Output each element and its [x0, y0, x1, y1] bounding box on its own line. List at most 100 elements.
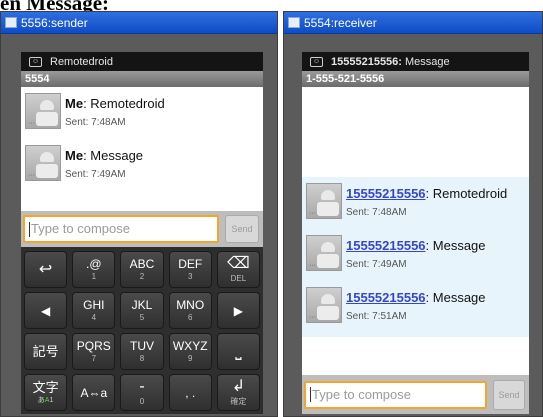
key-3[interactable]: DEF 3 [168, 251, 212, 288]
message-timestamp: Sent: 7:48AM [346, 207, 407, 218]
receiver-window-titlebar[interactable]: 5554:receiver [284, 12, 542, 34]
input-mode-key[interactable]: 文字 あA1 [24, 374, 68, 411]
key-7[interactable]: PQRS 7 [72, 333, 116, 370]
sms-icon: ☺ [29, 56, 42, 67]
enter-key[interactable]: ↩ [24, 251, 68, 288]
avatar: ··· [25, 93, 61, 129]
key-sublabel: 5 [139, 313, 145, 322]
receiver-window-title: 5554:receiver [304, 15, 377, 30]
key-sublabel: 8 [139, 354, 145, 363]
case-toggle-key[interactable]: A⇔a [72, 374, 116, 411]
soft-keyboard: ↩ .@ 1 ABC 2 DEF 3 ⌫ DEL ◀ GHI 4 JKL 5 MNO 6 ▶ … [21, 247, 263, 414]
sender-window-title: 5556:sender [21, 15, 88, 30]
message-timestamp: Sent: 7:51AM [346, 311, 407, 322]
key-sublabel: 3 [187, 272, 193, 281]
message-timestamp: Sent: 7:48AM [65, 117, 126, 128]
text-caret [310, 387, 311, 402]
message-text: : Message [83, 148, 144, 163]
receiver-compose-bar: Type to compose Send [302, 375, 529, 414]
key-label: , . [185, 385, 196, 400]
key-label: A⇔a [80, 385, 108, 400]
delete-key[interactable]: ⌫ DEL [216, 251, 260, 288]
key-label: 記号 [32, 344, 59, 359]
key-6[interactable]: MNO 6 [168, 292, 212, 329]
key-sublabel: 2 [139, 272, 145, 281]
key-label: WXYZ [172, 339, 208, 353]
return-icon: ↩ [38, 260, 53, 278]
confirm-key[interactable]: ↲ 確定 [216, 374, 260, 411]
key-label: ABC [129, 257, 155, 271]
key-sublabel: 6 [187, 313, 193, 322]
key-label: - [139, 378, 145, 395]
receiver-notification-sender: 15555215556: [331, 55, 402, 68]
message-sender-link[interactable]: 15555215556 [346, 290, 426, 305]
sender-notification-bar[interactable]: ☺ Remotedroid [21, 52, 263, 71]
cursor-right-key[interactable]: ▶ [216, 292, 260, 329]
message-text: : Message [425, 238, 486, 253]
receiver-conversation-header: 1-555-521-5556 [302, 71, 529, 87]
message-sender-link[interactable]: 15555215556 [346, 238, 426, 253]
sender-message-list[interactable]: ··· Me: Remotedroid Sent: 7:48AM ··· Me:… [21, 87, 263, 211]
sender-window-titlebar[interactable]: 5556:sender [1, 12, 277, 34]
arrow-left-icon: ◀ [40, 303, 51, 318]
key-sublabel: 1 [91, 272, 97, 281]
key-2[interactable]: ABC 2 [120, 251, 164, 288]
key-label: 文字 [32, 380, 59, 395]
list-item[interactable]: ··· Me: Message Sent: 7:49AM [21, 139, 263, 191]
message-text: : Remotedroid [425, 186, 508, 201]
message-timestamp: Sent: 7:49AM [65, 169, 126, 180]
window-icon [5, 17, 17, 28]
key-4[interactable]: GHI 4 [72, 292, 116, 329]
sender-notification-text: Remotedroid [50, 55, 113, 68]
sender-emulator-window: 5556:sender ☺ Remotedroid 5554 ··· Me: R… [0, 11, 278, 417]
key-label: .@ [86, 257, 102, 271]
message-text: : Message [425, 290, 486, 305]
key-sublabel: あ [37, 397, 45, 404]
key-0[interactable]: -0 [120, 374, 164, 411]
key-5[interactable]: JKL 5 [120, 292, 164, 329]
key-sublabel: 確定 [230, 397, 247, 406]
sms-icon: ☺ [310, 56, 323, 67]
key-sublabel: 7 [91, 354, 97, 363]
message-timestamp: Sent: 7:49AM [346, 259, 407, 270]
text-caret [29, 221, 30, 237]
message-sender: Me [65, 148, 84, 163]
compose-placeholder: Type to compose [312, 386, 411, 402]
receiver-notification-bar[interactable]: ☺ 15555215556: Message [302, 52, 529, 71]
avatar: ··· [25, 145, 61, 181]
compose-input[interactable]: Type to compose [23, 215, 219, 243]
list-item[interactable]: ··· 15555215556: Remotedroid Sent: 7:48A… [302, 177, 529, 229]
avatar: ··· [306, 287, 342, 323]
list-item[interactable]: ··· 15555215556: Message Sent: 7:51AM [302, 281, 529, 333]
key-label: DEF [178, 257, 203, 271]
send-button[interactable]: Send [493, 379, 525, 410]
window-icon [288, 17, 300, 28]
list-item[interactable]: ··· 15555215556: Message Sent: 7:49AM [302, 229, 529, 281]
receiver-device-screen: ☺ 15555215556: Message 1-555-521-5556 ··… [302, 52, 529, 414]
key-label: PQRS [76, 339, 111, 353]
list-item[interactable]: ··· Me: Remotedroid Sent: 7:48AM [21, 87, 263, 139]
cursor-left-key[interactable]: ◀ [24, 292, 68, 329]
message-sender-link[interactable]: 15555215556 [346, 186, 426, 201]
sender-device-screen: ☺ Remotedroid 5554 ··· Me: Remotedroid S… [21, 52, 263, 414]
key-sublabel: 9 [187, 354, 193, 363]
symbols-key[interactable]: 記号 [24, 333, 68, 370]
key-1[interactable]: .@ 1 [72, 251, 116, 288]
receiver-notification-text: Message [404, 55, 450, 68]
key-9[interactable]: WXYZ 9 [168, 333, 212, 370]
receiver-message-list[interactable]: ··· 15555215556: Remotedroid Sent: 7:48A… [302, 87, 529, 375]
send-button[interactable]: Send [225, 215, 259, 243]
message-sender: Me [65, 96, 84, 111]
receiver-emulator-window: 5554:receiver ☺ 15555215556: Message 1-5… [283, 11, 543, 417]
key-8[interactable]: TUV 8 [120, 333, 164, 370]
space-key[interactable]: ⎵ [216, 333, 260, 370]
key-label: GHI [83, 298, 105, 312]
key-sublabel: 0 [139, 397, 145, 406]
key-label: JKL [131, 298, 153, 312]
message-text: : Remotedroid [83, 96, 165, 111]
compose-input[interactable]: Type to compose [304, 380, 487, 409]
avatar: ··· [306, 235, 342, 271]
key-sublabel: 1 [49, 397, 54, 404]
punctuation-key[interactable]: , . [168, 374, 212, 411]
key-label: MNO [176, 298, 205, 312]
